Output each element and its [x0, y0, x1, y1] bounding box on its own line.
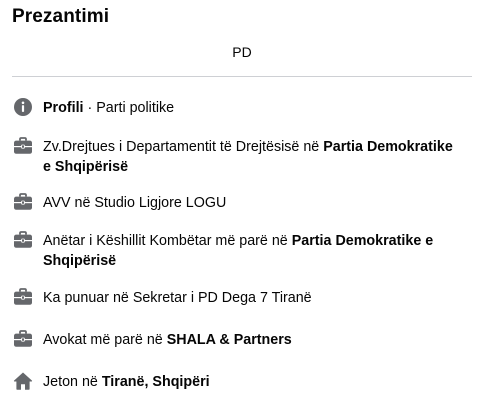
- briefcase-icon: [12, 136, 34, 156]
- info-icon: [12, 97, 34, 117]
- work-text: Anëtar i Këshillit Kombëtar më parë në: [43, 233, 292, 249]
- work-org-link[interactable]: SHALA & Partners: [167, 332, 292, 348]
- briefcase-icon: [12, 329, 34, 349]
- intro-item-category: Profili · Parti politike: [12, 98, 472, 118]
- category-link[interactable]: Profili: [43, 100, 84, 116]
- briefcase-icon: [12, 287, 34, 307]
- category-value: · Parti politike: [83, 100, 175, 116]
- work-org-link-cont[interactable]: Shqipërisë: [43, 253, 116, 269]
- work-text: AVV në Studio Ligjore LOGU: [43, 195, 227, 211]
- briefcase-icon: [12, 230, 34, 250]
- home-icon: [12, 371, 34, 391]
- work-text: Avokat më parë në: [43, 332, 167, 348]
- work-org-link[interactable]: Partia Demokratike: [323, 139, 453, 155]
- intro-item-work: AVV në Studio Ligjore LOGU: [12, 193, 472, 213]
- residence-link[interactable]: Tiranë, Shqipëri: [102, 374, 210, 390]
- briefcase-icon: [12, 192, 34, 212]
- intro-title: Prezantimi: [12, 6, 110, 27]
- bio-text: PD: [232, 44, 252, 60]
- intro-item-work: Avokat më parë në SHALA & Partners: [12, 330, 472, 350]
- residence-text: Jeton në: [43, 374, 102, 390]
- work-org-link-cont[interactable]: e Shqipërisë: [43, 159, 128, 175]
- work-text: Zv.Drejtues i Departamentit të Drejtësis…: [43, 139, 324, 155]
- intro-item-residence: Jeton në Tiranë, Shqipëri: [12, 372, 472, 392]
- work-text: Ka punuar në Sekretar i PD Dega 7 Tiranë: [43, 290, 312, 306]
- intro-item-work: Zv.Drejtues i Departamentit të Drejtësis…: [12, 137, 472, 177]
- intro-item-work: Anëtar i Këshillit Kombëtar më parë në P…: [12, 231, 472, 271]
- divider: [12, 76, 472, 77]
- intro-card: Prezantimi PD Profili · Parti politike Z: [0, 0, 484, 404]
- work-org-link[interactable]: Partia Demokratike e: [292, 233, 433, 249]
- intro-item-work: Ka punuar në Sekretar i PD Dega 7 Tiranë: [12, 288, 472, 308]
